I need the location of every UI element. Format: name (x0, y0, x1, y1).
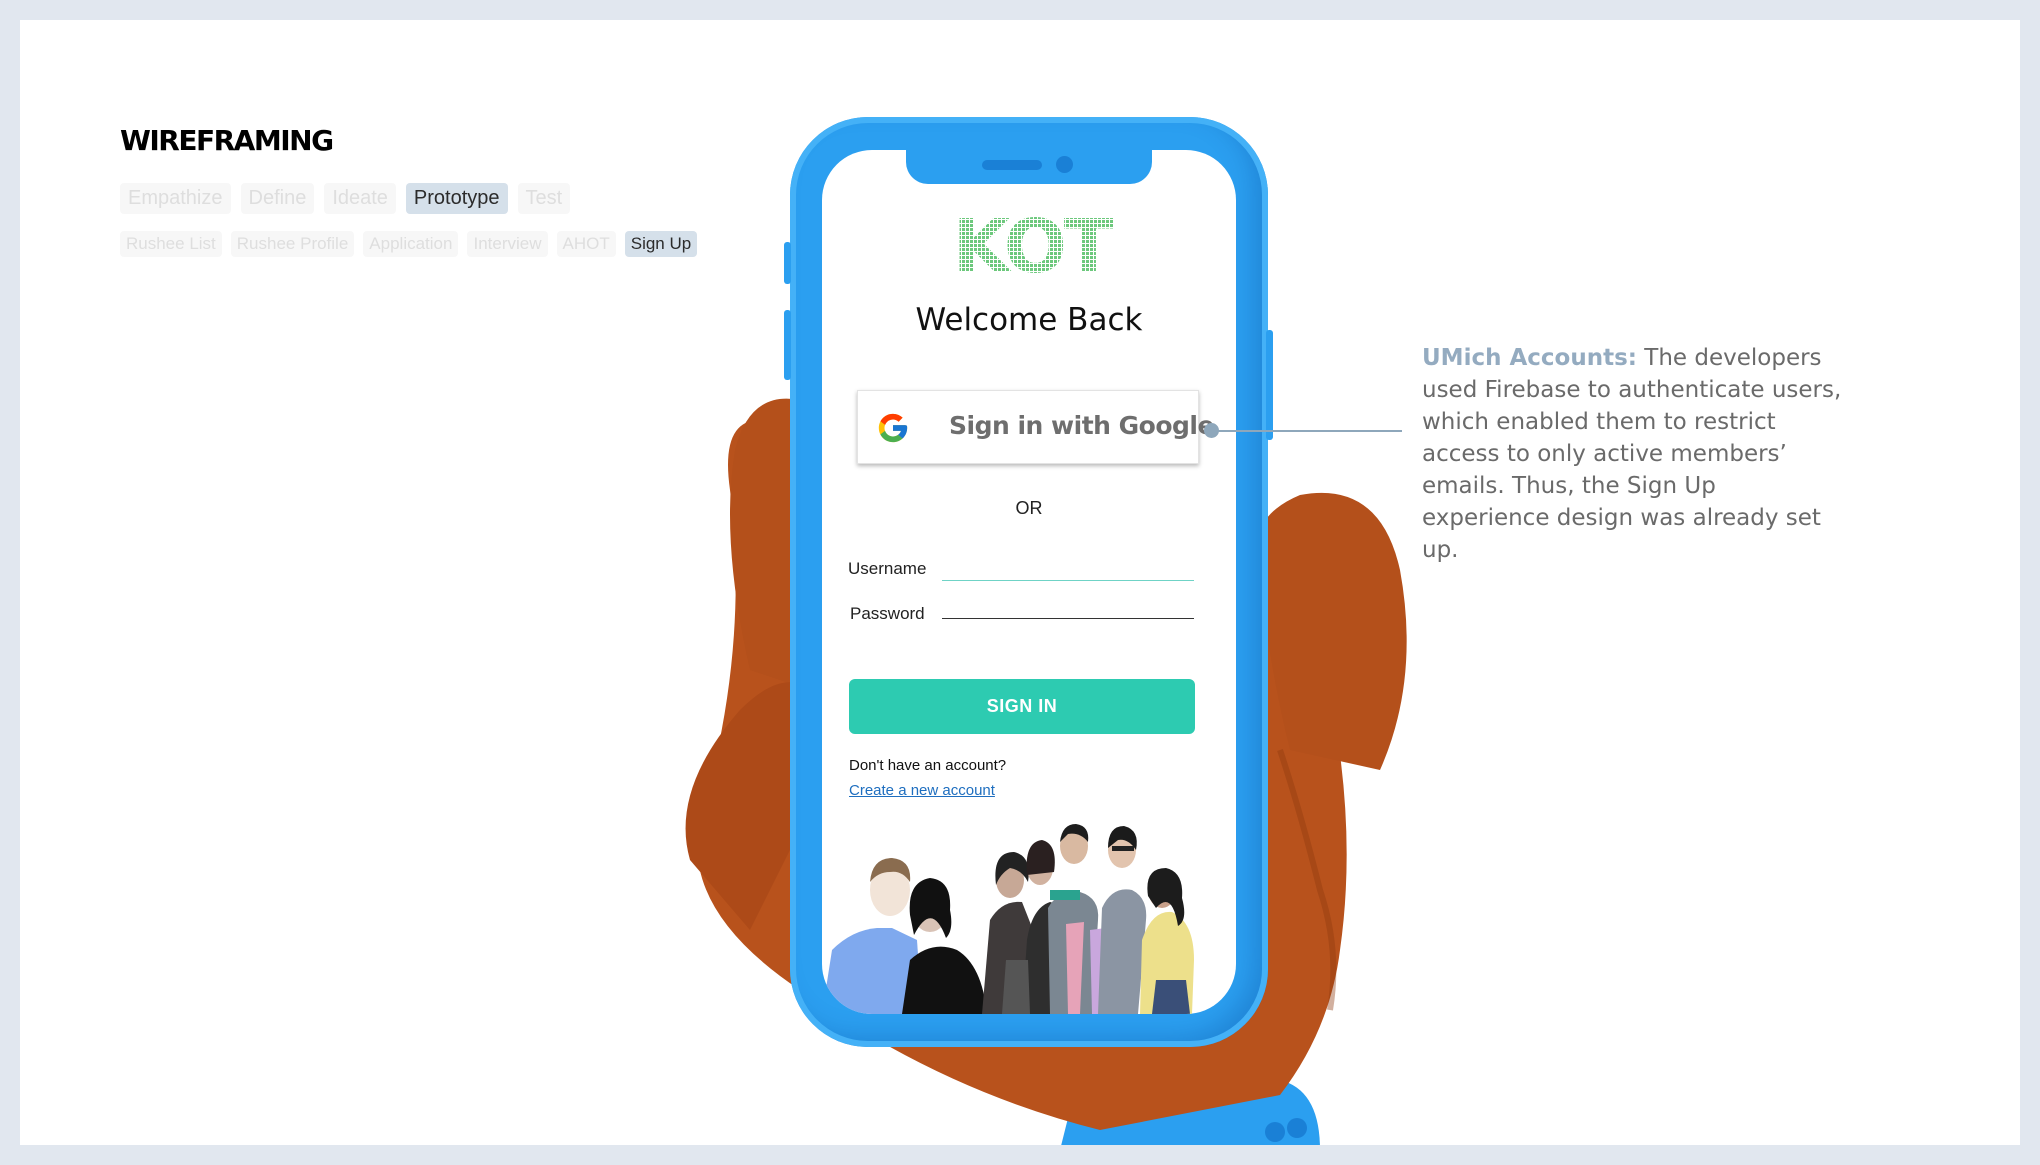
tab-interview[interactable]: Interview (467, 231, 548, 257)
phase-tabs: Empathize Define Ideate Prototype Test (120, 183, 571, 214)
tab-rushee-list[interactable]: Rushee List (120, 231, 222, 257)
password-field[interactable] (942, 618, 1194, 619)
password-label: Password (850, 604, 925, 623)
google-button-label: Sign in with Google (949, 411, 1214, 440)
username-field[interactable] (942, 580, 1194, 581)
speaker (982, 160, 1042, 170)
annotation-text: UMich Accounts: The developers used Fire… (1422, 342, 1842, 566)
tab-define[interactable]: Define (240, 183, 315, 214)
svg-text:KOT: KOT (953, 212, 1115, 284)
tab-empathize[interactable]: Empathize (120, 183, 231, 214)
sleeve-button (1287, 1118, 1307, 1138)
tab-ideate[interactable]: Ideate (324, 183, 396, 214)
tab-rushee-profile[interactable]: Rushee Profile (230, 231, 355, 257)
group-photo-illustration (822, 824, 1194, 1014)
sleeve-button (1265, 1122, 1285, 1142)
sign-in-button[interactable]: SIGN IN (849, 679, 1195, 734)
google-signin-button[interactable]: Sign in with Google (857, 390, 1214, 464)
tab-application[interactable]: Application (363, 231, 459, 257)
welcome-heading: Welcome Back (915, 302, 1143, 338)
annotation-connector-line (1210, 430, 1402, 432)
phone-screen: KOT Welcome Back Sign in with Google OR … (822, 150, 1236, 1014)
slide: WIREFRAMING Empathize Define Ideate Prot… (20, 20, 2020, 1145)
phone-notch (906, 150, 1152, 184)
phone-side-button (784, 242, 791, 284)
username-label: Username (848, 559, 927, 578)
camera-icon (1056, 156, 1073, 173)
tab-sign-up[interactable]: Sign Up (624, 231, 698, 257)
tab-test[interactable]: Test (517, 183, 571, 214)
annotation-connector-dot (1204, 423, 1219, 438)
tab-prototype[interactable]: Prototype (405, 183, 508, 214)
kot-logo: KOT (953, 212, 1118, 284)
page-title: WIREFRAMING (120, 124, 334, 157)
screen-tabs: Rushee List Rushee Profile Application I… (120, 231, 698, 257)
annotation-heading: UMich Accounts: (1422, 345, 1637, 371)
phone-side-button (1266, 330, 1273, 440)
phone-side-button (784, 310, 791, 380)
google-icon (878, 413, 908, 443)
no-account-text: Don't have an account? (849, 757, 1007, 774)
annotation-body: The developers used Firebase to authenti… (1422, 345, 1842, 563)
tab-ahot[interactable]: AHOT (556, 231, 616, 257)
or-divider: OR (1015, 498, 1043, 518)
